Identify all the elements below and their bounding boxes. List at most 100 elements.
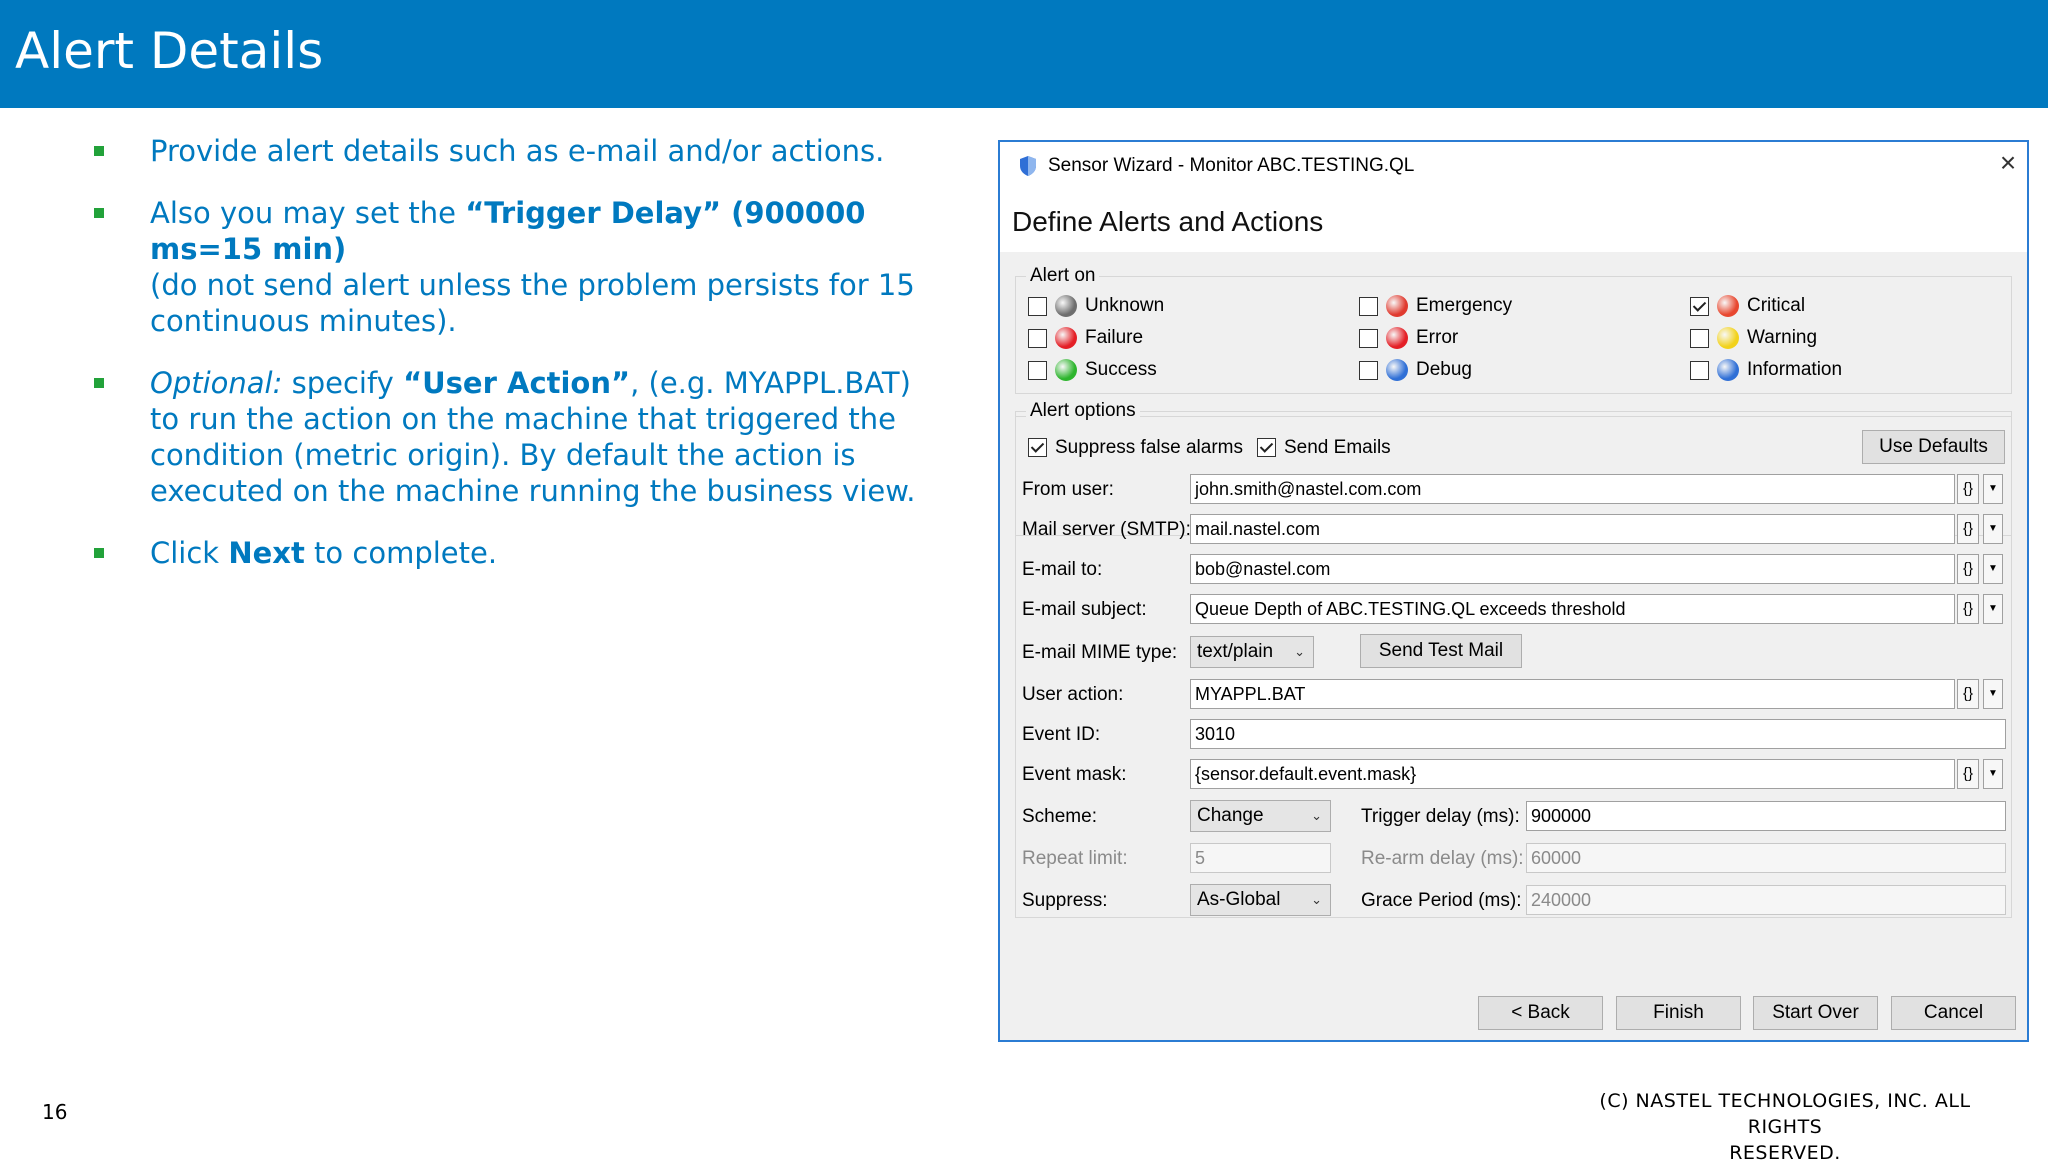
cancel-button[interactable]: Cancel (1891, 996, 2016, 1030)
user-action-input[interactable]: MYAPPL.BAT (1190, 679, 1955, 709)
bullet-item: Provide alert details such as e-mail and… (92, 133, 922, 169)
alert-on-information-label: Information (1747, 359, 1843, 380)
alert-on-error-label: Error (1416, 327, 1459, 348)
information-severity-icon (1717, 359, 1739, 381)
email-to-variable-button[interactable]: {} (1957, 554, 1979, 584)
user-action-label: User action: (1022, 684, 1124, 705)
bullet-square-icon (94, 548, 104, 558)
emergency-severity-icon (1386, 295, 1408, 317)
email-subject-variable-button[interactable]: {} (1957, 594, 1979, 624)
error-severity-icon (1386, 327, 1408, 349)
alert-on-failure-checkbox[interactable] (1028, 329, 1047, 348)
from-user-dropdown-icon[interactable]: ▼ (1983, 474, 2003, 504)
mime-type-label: E-mail MIME type: (1022, 642, 1178, 663)
close-icon[interactable]: × (1993, 148, 2023, 178)
rearm-delay-input[interactable]: 60000 (1526, 843, 2006, 873)
event-id-label: Event ID: (1022, 724, 1101, 745)
alert-on-emergency-label: Emergency (1416, 295, 1513, 316)
from-user-label: From user: (1022, 479, 1114, 500)
mail-server-dropdown-icon[interactable]: ▼ (1983, 514, 2003, 544)
alert-on-success-label: Success (1085, 359, 1157, 380)
debug-severity-icon (1386, 359, 1408, 381)
chevron-down-icon: ⌄ (1311, 892, 1322, 907)
from-user-variable-button[interactable]: {} (1957, 474, 1979, 504)
finish-button[interactable]: Finish (1616, 996, 1741, 1030)
alert-on-debug-checkbox[interactable] (1359, 361, 1378, 380)
alert-on-emergency-checkbox[interactable] (1359, 297, 1378, 316)
alert-on-label: Alert on (1026, 265, 1100, 287)
alert-on-success-checkbox[interactable] (1028, 361, 1047, 380)
slide-header: Alert Details (0, 0, 2048, 108)
slide-title: Alert Details (15, 22, 324, 80)
event-id-input[interactable]: 3010 (1190, 719, 2006, 749)
from-user-input[interactable]: john.smith@nastel.com.com (1190, 474, 1955, 504)
mail-server-label: Mail server (SMTP): (1022, 519, 1191, 540)
bullet-square-icon (94, 146, 104, 156)
copyright: (C) NASTEL TECHNOLOGIES, INC. ALL RIGHTS… (1599, 1090, 1971, 1164)
email-to-dropdown-icon[interactable]: ▼ (1983, 554, 2003, 584)
mime-type-select[interactable]: text/plain ⌄ (1190, 636, 1314, 668)
chevron-down-icon: ⌄ (1294, 644, 1305, 659)
scheme-label: Scheme: (1022, 806, 1097, 827)
send-test-mail-button[interactable]: Send Test Mail (1360, 634, 1522, 668)
suppress-false-alarms-checkbox[interactable] (1028, 438, 1047, 457)
shield-icon (1020, 156, 1036, 176)
success-severity-icon (1055, 359, 1077, 381)
grace-period-label: Grace Period (ms): (1361, 890, 1522, 911)
alert-on-error-checkbox[interactable] (1359, 329, 1378, 348)
alert-on-warning-label: Warning (1747, 327, 1818, 348)
bullet-item: Optional: specify “User Action”, (e.g. M… (92, 365, 922, 509)
repeat-limit-label: Repeat limit: (1022, 848, 1128, 869)
dialog-heading: Define Alerts and Actions (1012, 206, 1324, 237)
alert-on-critical-checkbox[interactable] (1690, 297, 1709, 316)
bullet-square-icon (94, 208, 104, 218)
event-mask-dropdown-icon[interactable]: ▼ (1983, 759, 2003, 789)
mail-server-variable-button[interactable]: {} (1957, 514, 1979, 544)
dialog-title: Sensor Wizard - Monitor ABC.TESTING.QL (1048, 155, 1415, 176)
bullet-item: Also you may set the “Trigger Delay” (90… (92, 195, 922, 339)
alert-on-unknown-checkbox[interactable] (1028, 297, 1047, 316)
alert-on-debug-label: Debug (1416, 359, 1472, 380)
suppress-select[interactable]: As-Global ⌄ (1190, 884, 1331, 916)
start-over-button[interactable]: Start Over (1753, 996, 1878, 1030)
back-button[interactable]: < Back (1478, 996, 1603, 1030)
user-action-variable-button[interactable]: {} (1957, 679, 1979, 709)
user-action-dropdown-icon[interactable]: ▼ (1983, 679, 2003, 709)
send-emails-checkbox[interactable] (1257, 438, 1276, 457)
grace-period-input[interactable]: 240000 (1526, 885, 2006, 915)
alert-on-failure-label: Failure (1085, 327, 1144, 348)
alert-on-warning-checkbox[interactable] (1690, 329, 1709, 348)
suppress-false-alarms-label: Suppress false alarms (1055, 437, 1243, 458)
email-subject-input[interactable]: Queue Depth of ABC.TESTING.QL exceeds th… (1190, 594, 1955, 624)
page-number: 16 (42, 1100, 68, 1124)
chevron-down-icon: ⌄ (1311, 808, 1322, 823)
event-mask-input[interactable]: {sensor.default.event.mask} (1190, 759, 1955, 789)
use-defaults-button[interactable]: Use Defaults (1862, 430, 2005, 464)
repeat-limit-input[interactable]: 5 (1190, 843, 1331, 873)
bullet-item: Click Next to complete. (92, 535, 922, 571)
email-subject-dropdown-icon[interactable]: ▼ (1983, 594, 2003, 624)
trigger-delay-label: Trigger delay (ms): (1361, 806, 1520, 827)
trigger-delay-input[interactable]: 900000 (1526, 801, 2006, 831)
alert-options-label: Alert options (1026, 400, 1140, 422)
event-mask-variable-button[interactable]: {} (1957, 759, 1979, 789)
alert-on-information-checkbox[interactable] (1690, 361, 1709, 380)
bullet-square-icon (94, 378, 104, 388)
alert-on-unknown-label: Unknown (1085, 295, 1165, 316)
event-mask-label: Event mask: (1022, 764, 1127, 785)
warning-severity-icon (1717, 327, 1739, 349)
email-subject-label: E-mail subject: (1022, 599, 1147, 620)
suppress-label: Suppress: (1022, 890, 1108, 911)
rearm-delay-label: Re-arm delay (ms): (1361, 848, 1524, 869)
failure-severity-icon (1055, 327, 1077, 349)
scheme-select[interactable]: Change ⌄ (1190, 800, 1331, 832)
email-to-input[interactable]: bob@nastel.com (1190, 554, 1955, 584)
bullet-list: Provide alert details such as e-mail and… (92, 133, 922, 597)
critical-severity-icon (1717, 295, 1739, 317)
send-emails-label: Send Emails (1284, 437, 1391, 458)
unknown-severity-icon (1055, 295, 1077, 317)
sensor-wizard-dialog: Sensor Wizard - Monitor ABC.TESTING.QL ×… (998, 140, 2029, 1042)
alert-on-group-final: Alert on (1015, 265, 2012, 394)
mail-server-input[interactable]: mail.nastel.com (1190, 514, 1955, 544)
dialog-body: Alert on Alert options Unknown Emergency C… (1000, 252, 2027, 1040)
